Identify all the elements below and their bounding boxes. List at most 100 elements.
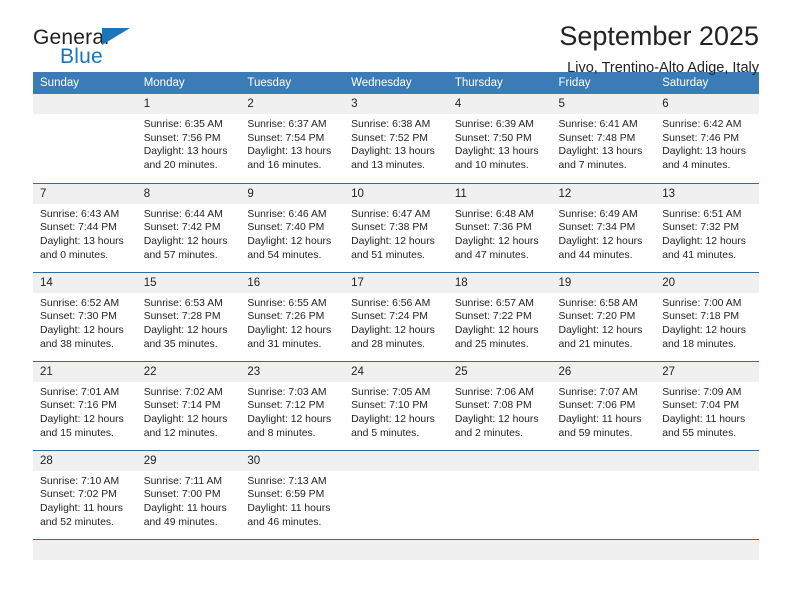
calendar-day-cell[interactable]: 23 Sunrise: 7:03 AM Sunset: 7:12 PM Dayligh… — [240, 360, 345, 450]
day-daylight2-text: and 47 minutes. — [454, 249, 529, 261]
day-sunrise-text: Sunrise: 6:39 AM — [454, 119, 534, 130]
day-daylight2-text: and 10 minutes. — [454, 160, 529, 172]
calendar-day-cell[interactable]: 17 Sunrise: 6:56 AM Sunset: 7:24 PM Dayligh… — [344, 271, 448, 361]
day-sunset-text: Sunset: 7:30 PM — [40, 311, 117, 323]
day-daylight2-text: and 4 minutes. — [662, 160, 731, 172]
day-daylight2-text: and 8 minutes. — [247, 427, 316, 439]
calendar-day-cell[interactable]: 14 Sunrise: 6:52 AM Sunset: 7:30 PM Dayligh… — [33, 271, 137, 361]
day-sunrise-text: Sunrise: 7:03 AM — [247, 386, 327, 398]
calendar-day-cell[interactable]: 4 Sunrise: 6:39 AM Sunset: 7:50 PM Daylight… — [447, 94, 552, 183]
calendar-day-cell[interactable]: 16 Sunrise: 6:55 AM Sunset: 7:26 PM Dayligh… — [240, 271, 345, 361]
calendar-day-cell[interactable]: 12 Sunrise: 6:49 AM Sunset: 7:34 PM Dayligh… — [551, 182, 656, 272]
calendar-day-cell[interactable]: 10 Sunrise: 6:47 AM Sunset: 7:38 PM Dayligh… — [344, 182, 448, 272]
day-daylight1-text: Daylight: 13 hours — [40, 235, 124, 247]
day-number: 17 — [344, 272, 448, 293]
day-daylight2-text: and 5 minutes. — [351, 427, 420, 439]
calendar-day-cell[interactable]: 5 Sunrise: 6:41 AM Sunset: 7:48 PM Daylight… — [551, 94, 656, 183]
calendar-day-cell[interactable]: 9 Sunrise: 6:46 AM Sunset: 7:40 PM Daylight… — [240, 182, 345, 272]
day-daylight2-text: and 15 minutes. — [40, 427, 114, 439]
day-sunset-text: Sunset: 7:06 PM — [558, 400, 636, 412]
calendar-day-cell[interactable]: 2 Sunrise: 6:37 AM Sunset: 7:54 PM Daylight… — [240, 94, 345, 183]
day-daylight1-text: Daylight: 12 hours — [558, 324, 643, 336]
day-details: Sunrise: 6:56 AM Sunset: 7:24 PM Daylight:… — [344, 293, 448, 352]
calendar-day-cell[interactable]: 7 Sunrise: 6:43 AM Sunset: 7:44 PM Daylight… — [33, 182, 137, 272]
calendar-empty-cell — [655, 449, 759, 539]
calendar-day-cell[interactable]: 30 Sunrise: 7:13 AM Sunset: 6:59 PM Dayligh… — [240, 449, 345, 539]
calendar-day-cell[interactable]: 27 Sunrise: 7:09 AM Sunset: 7:04 PM Dayligh… — [655, 360, 759, 450]
day-sunrise-text: Sunrise: 7:09 AM — [662, 386, 742, 398]
day-daylight2-text: and 20 minutes. — [143, 160, 218, 172]
day-sunrise-text: Sunrise: 7:05 AM — [351, 386, 431, 398]
calendar-day-cell[interactable]: 19 Sunrise: 6:58 AM Sunset: 7:20 PM Dayligh… — [551, 271, 656, 361]
day-daylight2-text: and 49 minutes. — [143, 516, 218, 528]
day-sunset-text: Sunset: 7:36 PM — [454, 222, 532, 234]
calendar-day-cell[interactable]: 26 Sunrise: 7:07 AM Sunset: 7:06 PM Dayligh… — [551, 360, 656, 450]
day-sunset-text: Sunset: 7:44 PM — [40, 222, 117, 234]
day-number: 21 — [33, 361, 137, 382]
day-sunrise-text: Sunrise: 6:37 AM — [247, 119, 327, 130]
day-daylight1-text: Daylight: 13 hours — [558, 146, 643, 158]
calendar-day-cell[interactable]: 21 Sunrise: 7:01 AM Sunset: 7:16 PM Dayligh… — [33, 360, 137, 450]
day-details: Sunrise: 6:42 AM Sunset: 7:46 PM Daylight:… — [655, 114, 759, 173]
calendar-day-cell[interactable]: 15 Sunrise: 6:53 AM Sunset: 7:28 PM Dayligh… — [136, 271, 241, 361]
day-number: 7 — [33, 183, 137, 204]
day-number: 10 — [344, 183, 448, 204]
day-sunset-text: Sunset: 7:26 PM — [247, 311, 325, 323]
day-number: 19 — [551, 272, 656, 293]
day-sunrise-text: Sunrise: 6:51 AM — [662, 208, 742, 220]
day-sunset-text: Sunset: 7:04 PM — [662, 400, 740, 412]
day-daylight1-text: Daylight: 13 hours — [351, 146, 435, 158]
day-daylight1-text: Daylight: 12 hours — [40, 413, 124, 425]
day-details: Sunrise: 6:48 AM Sunset: 7:36 PM Daylight:… — [448, 204, 552, 263]
day-sunset-text: Sunset: 7:22 PM — [454, 311, 532, 323]
day-details: Sunrise: 6:51 AM Sunset: 7:32 PM Daylight:… — [655, 204, 759, 263]
day-daylight2-text: and 59 minutes. — [558, 427, 633, 439]
calendar-day-cell[interactable]: 22 Sunrise: 7:02 AM Sunset: 7:14 PM Dayligh… — [136, 360, 241, 450]
day-daylight2-text: and 57 minutes. — [143, 249, 218, 261]
day-sunrise-text: Sunrise: 7:10 AM — [40, 475, 120, 487]
calendar-day-cell[interactable]: 29 Sunrise: 7:11 AM Sunset: 7:00 PM Dayligh… — [136, 449, 241, 539]
day-number: 30 — [240, 450, 345, 471]
calendar-day-cell[interactable]: 6 Sunrise: 6:42 AM Sunset: 7:46 PM Daylight… — [655, 94, 759, 183]
day-number: 8 — [136, 183, 241, 204]
day-number: 28 — [33, 450, 137, 471]
day-number: 6 — [655, 94, 759, 114]
day-sunrise-text: Sunrise: 6:44 AM — [143, 208, 223, 220]
day-daylight2-text: and 12 minutes. — [143, 427, 218, 439]
day-number: 15 — [136, 272, 241, 293]
calendar-day-cell[interactable]: 24 Sunrise: 7:05 AM Sunset: 7:10 PM Dayligh… — [344, 360, 448, 450]
calendar-day-cell[interactable]: 28 Sunrise: 7:10 AM Sunset: 7:02 PM Dayligh… — [33, 449, 137, 539]
calendar-week-row: 21 Sunrise: 7:01 AM Sunset: 7:16 PM Dayligh… — [33, 360, 759, 450]
day-daylight2-text: and 31 minutes. — [247, 338, 322, 350]
day-daylight1-text: Daylight: 12 hours — [143, 324, 228, 336]
calendar-day-cell[interactable]: 18 Sunrise: 6:57 AM Sunset: 7:22 PM Dayligh… — [447, 271, 552, 361]
day-daylight1-text: Daylight: 11 hours — [662, 413, 746, 425]
day-daylight2-text: and 13 minutes. — [351, 160, 426, 172]
day-daylight2-text: and 7 minutes. — [558, 160, 627, 172]
calendar-day-cell[interactable]: 11 Sunrise: 6:48 AM Sunset: 7:36 PM Dayligh… — [447, 182, 552, 272]
day-daylight2-text: and 55 minutes. — [662, 427, 737, 439]
calendar-day-cell[interactable]: 25 Sunrise: 7:06 AM Sunset: 7:08 PM Dayligh… — [447, 360, 552, 450]
day-details: Sunrise: 6:55 AM Sunset: 7:26 PM Daylight:… — [240, 293, 344, 352]
day-sunset-text: Sunset: 7:50 PM — [454, 132, 532, 144]
calendar-day-cell[interactable]: 1 Sunrise: 6:35 AM Sunset: 7:56 PM Daylight… — [136, 94, 241, 183]
day-sunset-text: Sunset: 7:54 PM — [247, 132, 325, 144]
calendar-page: General Blue September 2025 Livo, Trenti… — [0, 0, 792, 612]
day-details: Sunrise: 6:46 AM Sunset: 7:40 PM Daylight:… — [240, 204, 344, 263]
day-number: 26 — [551, 361, 656, 382]
calendar-day-cell[interactable]: 20 Sunrise: 7:00 AM Sunset: 7:18 PM Dayligh… — [655, 271, 759, 361]
calendar-day-cell[interactable]: 3 Sunrise: 6:38 AM Sunset: 7:52 PM Daylight… — [344, 94, 448, 183]
calendar-day-cell[interactable]: 8 Sunrise: 6:44 AM Sunset: 7:42 PM Daylight… — [136, 182, 241, 272]
day-daylight2-text: and 28 minutes. — [351, 338, 426, 350]
day-sunrise-text: Sunrise: 7:00 AM — [662, 297, 742, 309]
day-daylight2-text: and 52 minutes. — [40, 516, 114, 528]
calendar-day-cell[interactable]: 13 Sunrise: 6:51 AM Sunset: 7:32 PM Dayligh… — [655, 182, 759, 272]
calendar-week-row: 7 Sunrise: 6:43 AM Sunset: 7:44 PM Daylight… — [33, 182, 759, 272]
day-details: Sunrise: 6:47 AM Sunset: 7:38 PM Daylight:… — [344, 204, 448, 263]
day-sunrise-text: Sunrise: 6:35 AM — [143, 119, 223, 130]
calendar-week-row: 28 Sunrise: 7:10 AM Sunset: 7:02 PM Dayligh… — [33, 449, 759, 539]
day-sunset-text: Sunset: 7:00 PM — [143, 489, 221, 501]
general-blue-logo: General Blue — [33, 26, 213, 76]
day-daylight1-text: Daylight: 13 hours — [454, 146, 539, 158]
day-sunrise-text: Sunrise: 6:58 AM — [558, 297, 638, 309]
